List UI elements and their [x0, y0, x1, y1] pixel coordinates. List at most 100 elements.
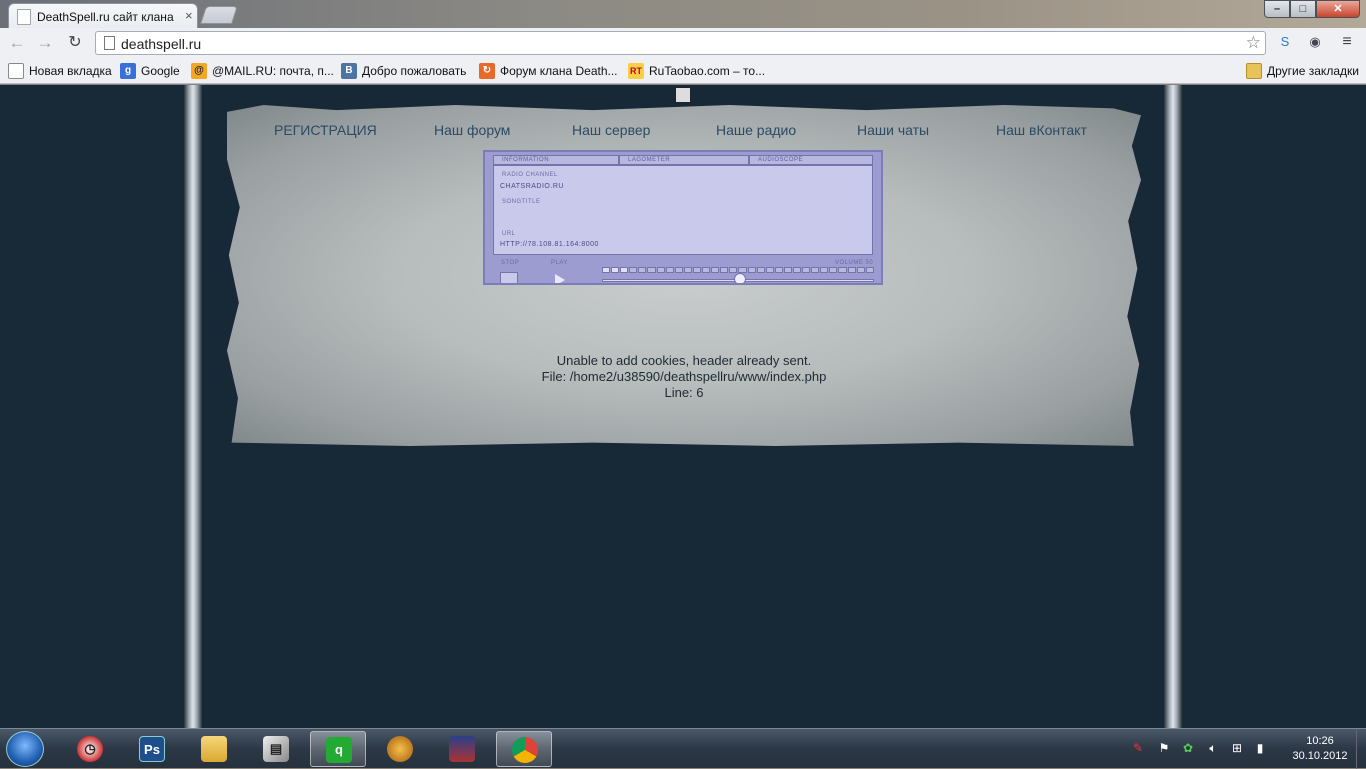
- minimize-button[interactable]: –: [1264, 0, 1290, 18]
- scanner-icon: ▤: [263, 736, 289, 762]
- photoshop-icon: Ps: [139, 736, 165, 762]
- close-window-button[interactable]: ✕: [1316, 0, 1360, 18]
- tab-close-icon[interactable]: ×: [185, 8, 193, 23]
- play-button[interactable]: [555, 274, 565, 283]
- volume-segment: [720, 267, 729, 273]
- stop-button[interactable]: [500, 272, 518, 283]
- volume-segment: [665, 267, 674, 273]
- clock-date: 30.10.2012: [1292, 750, 1348, 762]
- taskbar-qip[interactable]: q: [310, 731, 366, 767]
- volume-segment: [647, 267, 656, 273]
- back-button[interactable]: ←: [6, 32, 28, 54]
- taskbar-chrome[interactable]: [496, 731, 552, 767]
- nav-server[interactable]: Наш сервер: [572, 122, 650, 138]
- volume-slider-knob[interactable]: [734, 273, 746, 283]
- bookmark-google[interactable]: g Google: [120, 62, 180, 80]
- error-line: File: /home2/u38590/deathspellru/www/ind…: [541, 369, 827, 384]
- page-icon: [8, 63, 24, 79]
- rutaobao-icon: RT: [628, 63, 644, 79]
- radio-channel-label: RADIO CHANNEL: [502, 172, 558, 178]
- radio-player: INFORMATION LAGOMETER AUDIOSCOPE RADIO C…: [483, 150, 883, 285]
- vk-icon: B: [341, 63, 357, 79]
- volume-segment: [765, 267, 774, 273]
- tray-volume-icon[interactable]: 🔈︎: [1205, 740, 1221, 756]
- volume-segment: [829, 267, 838, 273]
- extension-eye-icon[interactable]: ◉: [1306, 33, 1324, 51]
- php-error-message: Unable to add cookies, header already se…: [227, 353, 1141, 401]
- bookmark-star-icon[interactable]: ☆: [1246, 33, 1261, 53]
- reload-button[interactable]: ↻: [64, 32, 86, 54]
- volume-segment: [856, 267, 865, 273]
- url-label: URL: [502, 231, 516, 237]
- player-tab-audioscope[interactable]: AUDIOSCOPE: [749, 155, 873, 165]
- bookmark-rutaobao[interactable]: RT RuTaobao.com – то...: [628, 62, 765, 80]
- explorer-icon: [201, 736, 227, 762]
- taskbar-scanner[interactable]: ▤: [248, 731, 304, 767]
- volume-segment: [683, 267, 692, 273]
- browser-titlebar: DeathSpell.ru сайт клана D × – □ ✕: [0, 0, 1366, 28]
- player-display: RADIO CHANNEL CHATSRADIO.RU SONGTITLE UR…: [493, 165, 873, 255]
- tray-network-app-icon[interactable]: ✿: [1180, 740, 1196, 756]
- volume-segment: [674, 267, 683, 273]
- taskbar-explorer[interactable]: [186, 731, 242, 767]
- tray-power-icon[interactable]: ▮: [1252, 740, 1268, 756]
- bookmark-label: Google: [141, 64, 180, 78]
- window-controls: – □ ✕: [1264, 0, 1360, 18]
- new-tab-button[interactable]: [200, 6, 238, 24]
- folder-icon: [1246, 63, 1262, 79]
- bookmark-forum[interactable]: ↻ Форум клана Death...: [479, 62, 618, 80]
- volume-segment: [702, 267, 711, 273]
- bookmark-other-folder[interactable]: Другие закладки: [1246, 62, 1359, 80]
- show-desktop-button[interactable]: [1356, 729, 1366, 769]
- volume-segment: [802, 267, 811, 273]
- clock-time: 10:26: [1306, 735, 1334, 747]
- player-tab-information[interactable]: INFORMATION: [493, 155, 619, 165]
- page-icon: [104, 36, 115, 50]
- tab-title: DeathSpell.ru сайт клана D: [37, 10, 175, 24]
- menu-wrench-icon[interactable]: ≡: [1338, 33, 1356, 51]
- broken-image-icon: [675, 87, 691, 103]
- system-clock[interactable]: 10:26 30.10.2012: [1290, 734, 1350, 764]
- volume-segment: [792, 267, 802, 273]
- nav-chats[interactable]: Наши чаты: [857, 122, 929, 138]
- bookmark-label: Другие закладки: [1267, 64, 1359, 78]
- nav-vkontakte[interactable]: Наш вКонтакт: [996, 122, 1087, 138]
- volume-segment: [611, 267, 620, 273]
- error-line: Line: 6: [664, 385, 704, 400]
- nav-registration[interactable]: РЕГИСТРАЦИЯ: [274, 122, 377, 138]
- taskbar-wizard-game[interactable]: [434, 731, 490, 767]
- url-text: deathspell.ru: [121, 36, 202, 52]
- tray-antivirus-icon[interactable]: ✎: [1130, 740, 1146, 756]
- windows-taskbar: ◷ Ps ▤ q ✎ ⚑ ✿ 🔈︎ ⊞ ▮ 10:26 30.10.2012: [0, 728, 1366, 769]
- maximize-button[interactable]: □: [1290, 0, 1316, 18]
- bookmark-label: @MAIL.RU: почта, п...: [212, 64, 334, 78]
- taskbar-game[interactable]: [372, 731, 428, 767]
- bookmark-vk[interactable]: B Добро пожаловать: [341, 62, 466, 80]
- volume-segment: [729, 267, 738, 273]
- extension-skype-icon[interactable]: S: [1276, 33, 1294, 51]
- bookmarks-bar: Новая вкладка g Google @ @MAIL.RU: почта…: [0, 58, 1366, 84]
- nav-forum[interactable]: Наш форум: [434, 122, 510, 138]
- player-tab-lagometer[interactable]: LAGOMETER: [619, 155, 749, 165]
- start-button[interactable]: [6, 731, 44, 767]
- nav-radio[interactable]: Наше радио: [716, 122, 796, 138]
- game-icon: [387, 736, 413, 762]
- songtitle-label: SONGTITLE: [502, 199, 541, 205]
- browser-tab-active[interactable]: DeathSpell.ru сайт клана D ×: [8, 3, 198, 28]
- bookmark-mailru[interactable]: @ @MAIL.RU: почта, п...: [191, 62, 334, 80]
- tray-windows-flag-icon[interactable]: ⚑: [1156, 740, 1172, 756]
- left-border-rail: [183, 85, 203, 728]
- bookmark-new-tab[interactable]: Новая вкладка: [8, 62, 112, 80]
- tray-network-icon[interactable]: ⊞: [1229, 740, 1245, 756]
- forward-button[interactable]: →: [34, 32, 56, 54]
- volume-segment: [865, 267, 874, 273]
- volume-segment: [838, 267, 847, 273]
- address-bar[interactable]: deathspell.ru ☆: [95, 31, 1266, 55]
- stream-url-value: HTTP://78.108.81.164:8000: [500, 241, 599, 248]
- taskbar-clock-app[interactable]: ◷: [62, 731, 118, 767]
- taskbar-photoshop[interactable]: Ps: [124, 731, 180, 767]
- browser-toolbar: ← → ↻ deathspell.ru ☆ S ◉ ≡: [0, 28, 1366, 58]
- volume-segment: [620, 267, 629, 273]
- mailru-icon: @: [191, 63, 207, 79]
- bookmark-label: Форум клана Death...: [500, 64, 618, 78]
